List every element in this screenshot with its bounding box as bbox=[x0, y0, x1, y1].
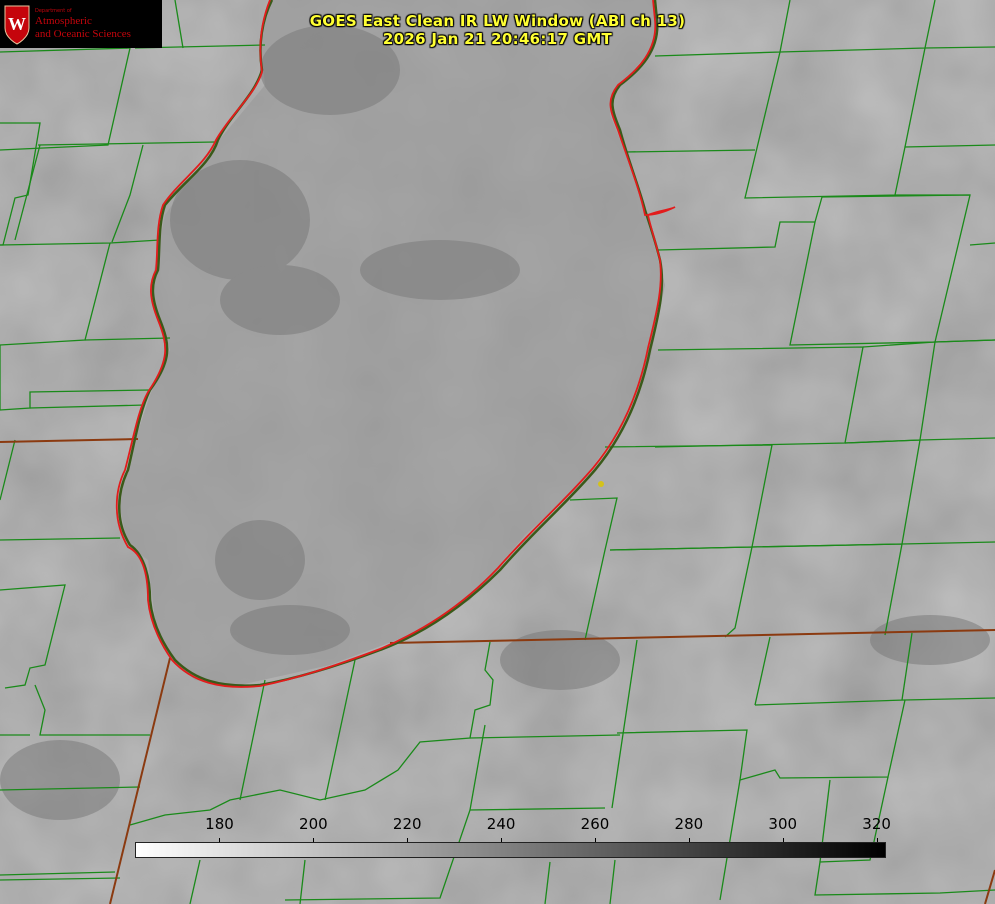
colorbar-tick-label: 200 bbox=[299, 815, 328, 833]
colorbar-tick-label: 280 bbox=[674, 815, 704, 833]
station-marker bbox=[598, 481, 604, 487]
temperature-colorbar bbox=[135, 842, 886, 858]
colorbar-tick-label: 300 bbox=[768, 815, 798, 833]
colorbar-tick-label: 260 bbox=[580, 815, 610, 833]
image-timestamp: 2026 Jan 21 20:46:17 GMT bbox=[382, 30, 613, 48]
image-title: GOES East Clean IR LW Window (ABI ch 13) bbox=[309, 12, 686, 30]
satellite-ir-map bbox=[0, 0, 995, 904]
colorbar-tick-label: 320 bbox=[862, 815, 891, 833]
colorbar-tick-label: 240 bbox=[486, 815, 516, 833]
colorbar-tick-label: 220 bbox=[392, 815, 422, 833]
colorbar-tick-label: 180 bbox=[205, 815, 234, 833]
